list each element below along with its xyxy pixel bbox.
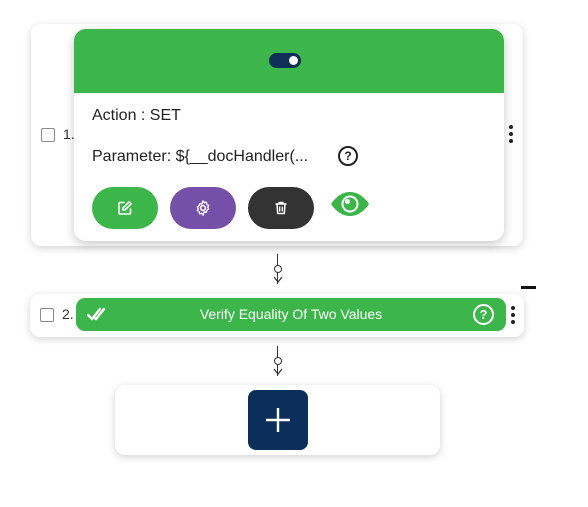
connector-1 bbox=[272, 254, 284, 284]
parameter-help-icon[interactable]: ? bbox=[338, 146, 358, 166]
step-1-parameter-text: Parameter: ${__docHandler(... bbox=[92, 148, 309, 165]
edit-button[interactable] bbox=[92, 187, 158, 229]
collapse-dash[interactable] bbox=[521, 286, 536, 289]
step-1-popup-header bbox=[74, 29, 504, 93]
step-2-bar[interactable]: Verify Equality Of Two Values ? bbox=[76, 298, 506, 331]
eye-icon[interactable] bbox=[330, 191, 370, 217]
step-2-kebab-menu-icon[interactable] bbox=[511, 306, 515, 324]
step-2-help-icon[interactable]: ? bbox=[473, 304, 494, 325]
edit-icon bbox=[118, 201, 132, 215]
step-1-number: 1. bbox=[63, 126, 75, 142]
delete-button[interactable] bbox=[248, 187, 314, 229]
settings-button[interactable] bbox=[170, 187, 236, 229]
step-1-kebab-menu-icon[interactable] bbox=[509, 125, 513, 143]
arrow-down-icon bbox=[273, 276, 283, 283]
step-1-details-popup: Action : SET Parameter: ${__docHandler(.… bbox=[74, 29, 504, 241]
trash-icon bbox=[275, 201, 287, 215]
connector-1-insert-node[interactable] bbox=[274, 265, 282, 273]
step-2-title: Verify Equality Of Two Values bbox=[199, 306, 383, 322]
arrow-down-icon bbox=[273, 368, 283, 375]
flow-canvas: 1. Action : SET Parameter: ${__docHandle… bbox=[0, 0, 588, 507]
connector-2 bbox=[272, 346, 284, 376]
step-1-action-text: Action : SET bbox=[92, 107, 181, 124]
connector-2-insert-node[interactable] bbox=[274, 357, 282, 365]
gear-icon bbox=[196, 200, 210, 216]
add-step-button[interactable] bbox=[248, 390, 308, 450]
step-2-number: 2. bbox=[62, 306, 74, 322]
step-2-checkbox[interactable] bbox=[40, 308, 54, 322]
toggle-switch-icon[interactable] bbox=[269, 53, 301, 68]
plus-icon bbox=[266, 408, 290, 432]
step-1-checkbox[interactable] bbox=[41, 128, 55, 142]
